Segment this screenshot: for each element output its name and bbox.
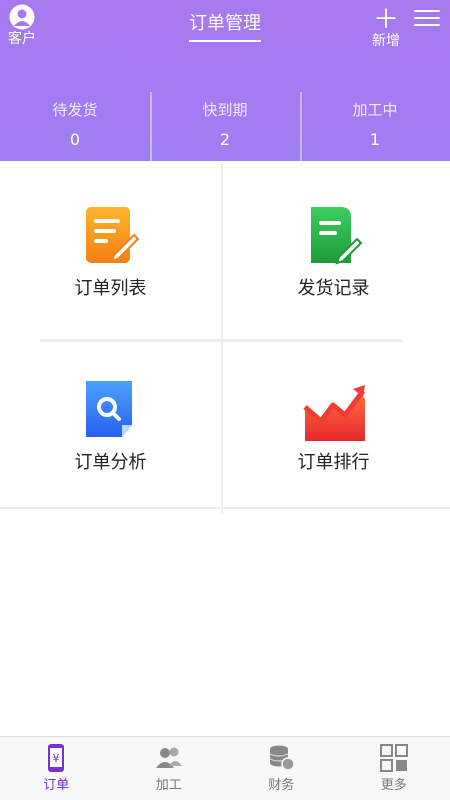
stat-value: 2 — [219, 130, 231, 149]
tab-finance[interactable]: 财务 — [225, 737, 338, 800]
menu-item-label: 订单列表 — [74, 278, 147, 299]
stat-label: 加工中 — [352, 101, 398, 119]
shipping-record-icon — [310, 207, 362, 265]
order-analysis-icon — [85, 381, 132, 437]
menu-item-label: 订单排行 — [297, 452, 370, 473]
tab-processing[interactable]: 加工 — [113, 737, 226, 800]
menu-item-order-ranking[interactable]: 订单排行 — [223, 337, 444, 509]
stats-bar: 待发货 0 快到期 2 加工中 1 — [0, 92, 450, 161]
menu-item-order-list[interactable]: 订单列表 — [0, 163, 221, 335]
order-phone-icon: ¥ — [48, 744, 65, 772]
tab-more[interactable]: 更多 — [338, 737, 450, 800]
menu-item-label: 订单分析 — [74, 452, 147, 473]
users-icon — [155, 747, 182, 768]
tab-label: 财务 — [268, 778, 295, 793]
tab-label: 加工 — [155, 778, 182, 793]
tab-label: 更多 — [380, 778, 407, 793]
stat-value: 1 — [369, 130, 381, 149]
order-ranking-icon — [302, 385, 365, 441]
svg-text:¥: ¥ — [53, 752, 60, 765]
tab-label: 订单 — [43, 778, 70, 793]
menu-icon[interactable] — [414, 10, 440, 30]
menu-item-shipping-record[interactable]: 发货记录 — [223, 163, 444, 335]
menu-item-label: 发货记录 — [297, 278, 370, 299]
grid-icon — [379, 744, 408, 772]
menu-grid: 订单列表 发货记录 订单分析 订单排行 — [0, 163, 450, 513]
stat-expiring-soon[interactable]: 快到期 2 — [150, 92, 300, 161]
bottom-tab-bar: ¥ 订单 加工 财务 更多 — [0, 736, 450, 800]
order-list-icon — [85, 207, 139, 263]
coins-icon — [270, 745, 295, 771]
stat-pending-shipment[interactable]: 待发货 0 — [0, 92, 150, 161]
tab-orders[interactable]: ¥ 订单 — [0, 737, 113, 800]
stat-label: 快到期 — [202, 101, 248, 119]
add-label: 新增 — [372, 33, 400, 49]
menu-item-order-analysis[interactable]: 订单分析 — [0, 337, 221, 509]
stat-label: 待发货 — [52, 101, 98, 119]
add-button[interactable]: ＋ 新增 — [366, 5, 406, 50]
stat-value: 0 — [69, 130, 81, 149]
stat-processing[interactable]: 加工中 1 — [300, 92, 450, 161]
plus-icon: ＋ — [372, 5, 399, 35]
header: 客户 订单管理 ＋ 新增 待发货 0 快到期 2 加工中 1 — [0, 0, 450, 161]
